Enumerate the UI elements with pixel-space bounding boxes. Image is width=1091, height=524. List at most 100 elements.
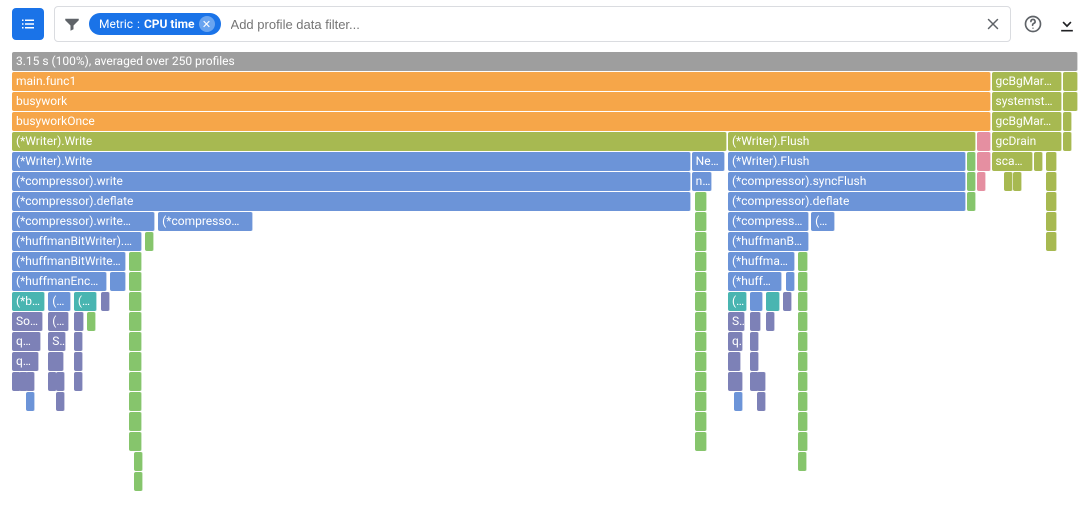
flame-frame[interactable]: busywork [12,92,991,111]
view-list-button[interactable] [12,8,44,40]
flame-frame[interactable] [1013,172,1022,191]
flame-frame[interactable] [967,152,976,171]
flame-frame[interactable] [766,312,775,331]
flame-frame[interactable]: gcDrain [992,132,1062,151]
flame-frame[interactable] [967,192,976,211]
flame-frame[interactable] [129,352,142,371]
flame-frame[interactable] [798,432,808,451]
flame-frame[interactable] [48,352,64,371]
flame-frame[interactable] [129,312,142,331]
flame-frame[interactable] [798,392,808,411]
flame-frame[interactable] [129,272,142,291]
flame-frame[interactable]: (*compressor).deflate [728,192,966,211]
filter-input[interactable] [229,16,976,33]
flame-graph[interactable]: 3.15 s (100%), averaged over 250 profile… [12,52,1079,512]
flame-frame[interactable] [695,432,707,451]
flame-frame[interactable] [1046,152,1057,171]
flame-frame[interactable]: (… [728,292,747,311]
flame-frame[interactable]: (*… [811,212,835,231]
flame-frame[interactable] [1063,112,1072,131]
filter-bar[interactable]: Metric : CPU time ✕ [54,6,1011,42]
flame-frame[interactable]: (*compressor).syncFlush [728,172,966,191]
flame-frame[interactable] [750,292,763,311]
flame-frame[interactable] [1063,132,1072,151]
flame-frame[interactable] [695,352,707,371]
help-button[interactable] [1021,12,1045,36]
flame-frame[interactable]: (*compressor).deflate [12,192,691,211]
flame-frame[interactable] [134,472,143,491]
flame-frame[interactable]: Sort [12,312,43,331]
flame-frame[interactable]: (*huffma… [728,252,795,271]
flame-frame[interactable]: 3.15 s (100%), averaged over 250 profile… [12,52,1078,71]
flame-frame[interactable] [977,132,991,151]
flame-frame[interactable]: (*compresso… [158,212,253,231]
flame-frame[interactable] [129,432,142,451]
flame-frame[interactable] [129,372,142,391]
flame-frame[interactable] [695,392,707,411]
flame-frame[interactable] [798,292,808,311]
flame-frame[interactable] [134,452,143,471]
flame-frame[interactable] [798,412,808,431]
flame-frame[interactable] [798,252,808,271]
flame-frame[interactable]: (*Writer).Write [12,152,691,171]
flame-frame[interactable] [798,452,807,471]
flame-frame[interactable]: (*compressor).write [12,172,691,191]
flame-frame[interactable]: (*… [74,292,98,311]
flame-frame[interactable] [734,372,743,391]
flame-frame[interactable]: (*huff… [728,272,782,291]
flame-frame[interactable] [74,332,83,351]
flame-frame[interactable]: (*Writer).Flush [728,132,976,151]
flame-frame[interactable] [728,352,741,371]
flame-frame[interactable]: S… [728,312,745,331]
flame-frame[interactable] [110,272,126,291]
flame-frame[interactable] [74,352,83,371]
flame-frame[interactable]: (*compress… [728,212,809,231]
flame-frame[interactable] [977,172,986,191]
flame-frame[interactable]: (*… [48,292,70,311]
flame-frame[interactable] [695,412,707,431]
flame-frame[interactable] [695,212,707,231]
flame-frame[interactable]: scan… [992,152,1034,171]
flame-frame[interactable] [129,392,142,411]
flame-frame[interactable] [1063,92,1078,111]
flame-frame[interactable] [695,292,707,311]
flame-frame[interactable] [129,292,142,311]
flame-frame[interactable] [56,372,65,391]
flame-frame[interactable] [695,332,707,351]
flame-frame[interactable] [750,332,759,351]
download-button[interactable] [1055,12,1079,36]
flame-frame[interactable] [798,312,808,331]
flame-frame[interactable] [26,392,35,411]
flame-frame[interactable]: S… [48,332,66,351]
flame-frame[interactable]: gcBgMar… [992,112,1062,131]
flame-frame[interactable] [1063,72,1078,91]
flame-frame[interactable]: busyworkOnce [12,112,991,131]
flame-frame[interactable] [695,372,707,391]
flame-frame[interactable] [1046,232,1057,251]
flame-frame[interactable]: qui… [12,332,41,351]
flame-frame[interactable]: q… [12,352,39,371]
flame-frame[interactable] [750,312,761,331]
flame-frame[interactable] [695,272,707,291]
flame-frame[interactable] [798,352,808,371]
flame-frame[interactable]: (*… [48,312,68,331]
flame-frame[interactable]: systemst… [992,92,1062,111]
flame-frame[interactable]: (*huffmanEnc… [12,272,107,291]
flame-frame[interactable] [87,312,96,331]
flame-frame[interactable] [695,312,707,331]
flame-frame[interactable] [1046,192,1057,211]
clear-filter-button[interactable] [984,15,1002,33]
flame-frame[interactable]: (*by… [12,292,45,311]
flame-frame[interactable] [1046,212,1057,231]
filter-chip-metric[interactable]: Metric : CPU time ✕ [89,13,221,35]
flame-frame[interactable] [798,372,808,391]
chip-remove-icon[interactable]: ✕ [199,16,215,32]
flame-frame[interactable]: (*compressor).write… [12,212,155,231]
flame-frame[interactable]: (*Writer).Write [12,132,727,151]
flame-frame[interactable] [757,392,766,411]
flame-frame[interactable]: (*Writer).Flush [728,152,966,171]
flame-frame[interactable] [129,412,142,431]
flame-frame[interactable] [695,252,707,271]
flame-frame[interactable]: q… [728,332,743,351]
flame-frame[interactable]: gcBgMark… [992,72,1062,91]
